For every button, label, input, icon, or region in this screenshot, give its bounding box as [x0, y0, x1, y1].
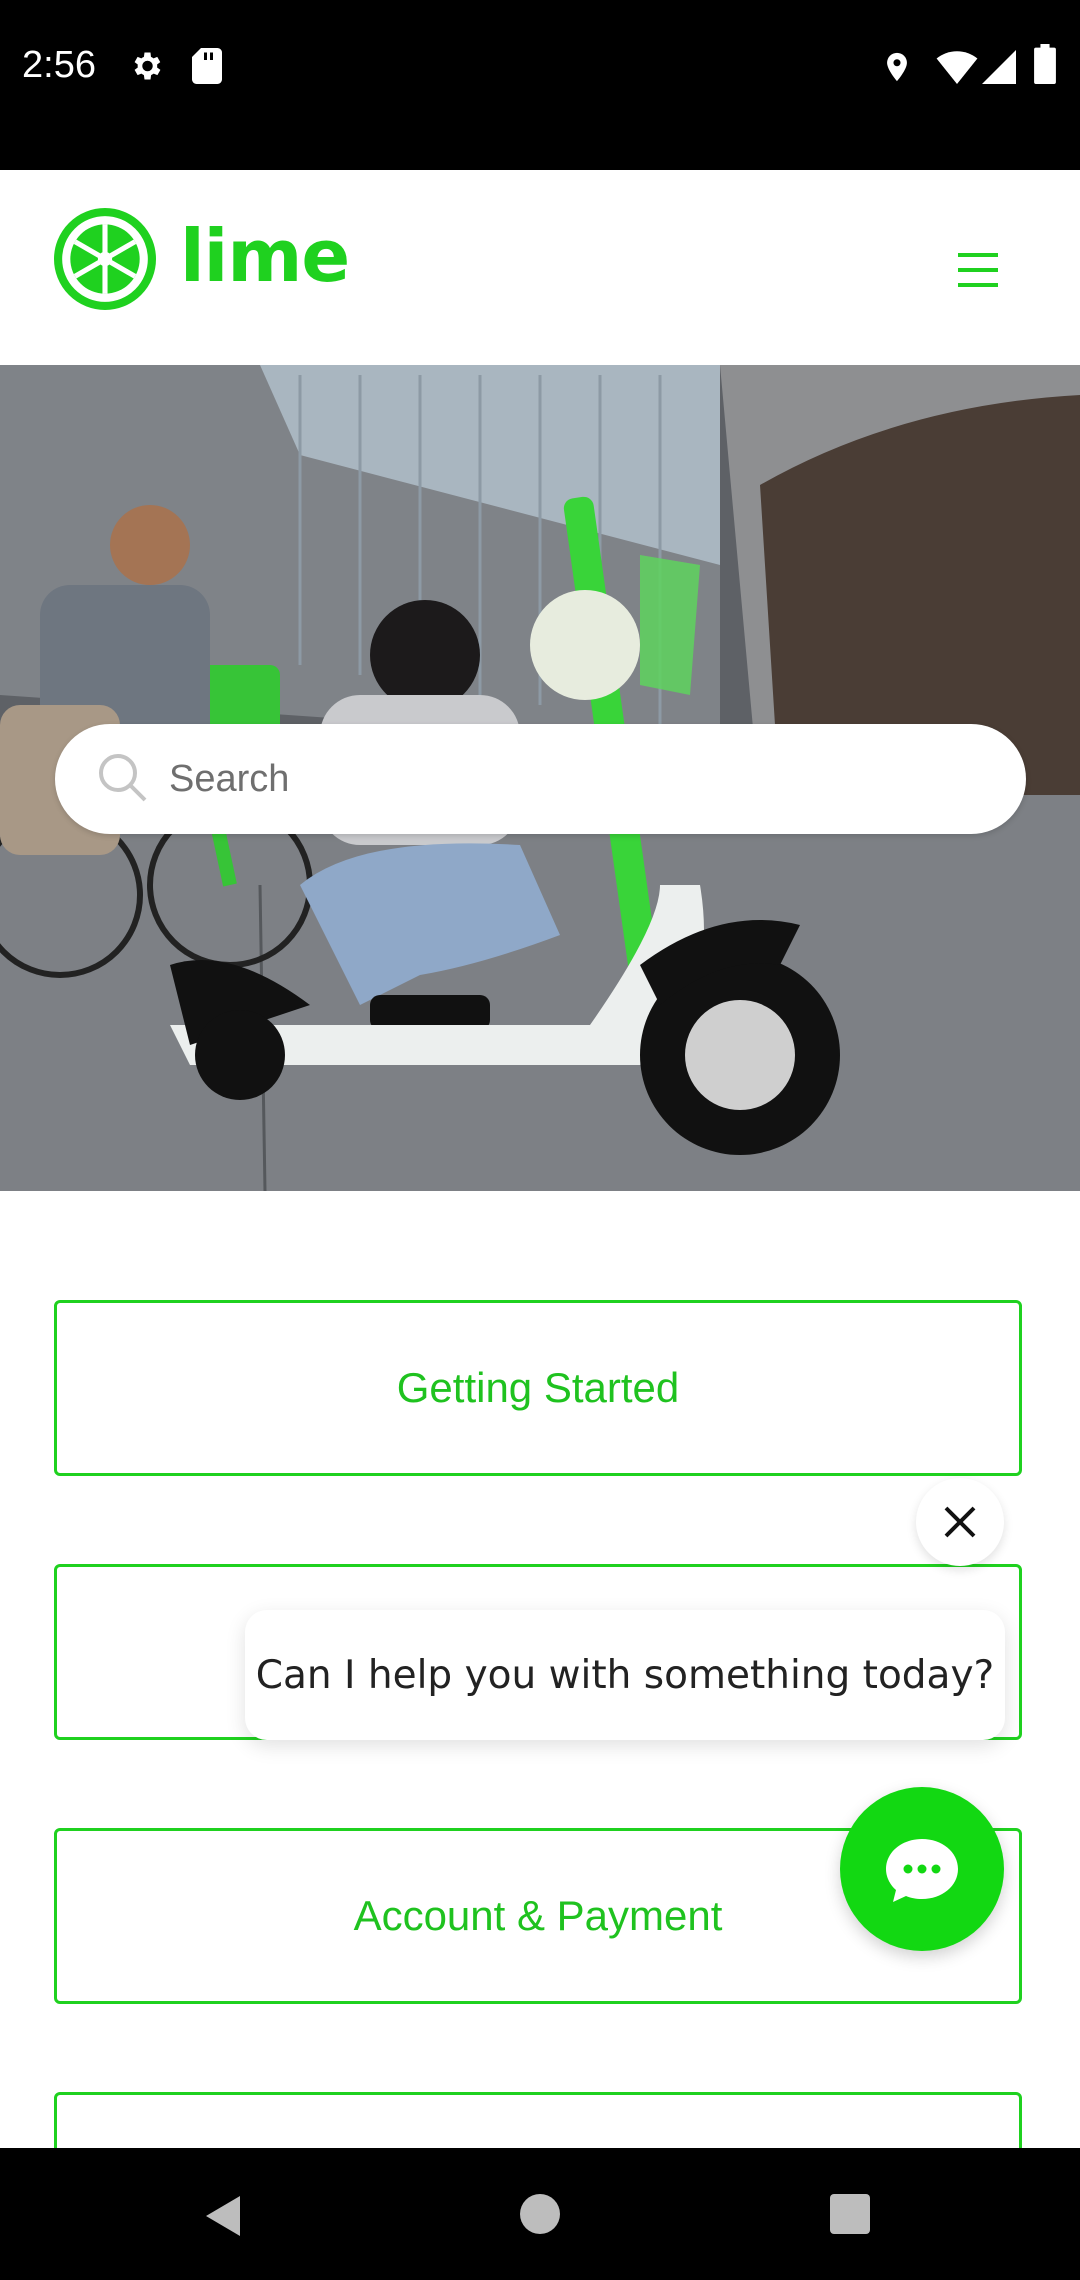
- lime-wheel-icon: [54, 208, 156, 310]
- search-icon: [99, 754, 147, 802]
- category-getting-started[interactable]: Getting Started: [54, 1300, 1022, 1476]
- sd-card-icon: [192, 48, 222, 84]
- recents-icon[interactable]: [828, 2192, 872, 2236]
- status-bar: 2:56: [0, 0, 1080, 170]
- chat-button[interactable]: [840, 1787, 1004, 1951]
- gear-icon: [134, 52, 161, 80]
- wifi-icon: [936, 51, 978, 84]
- system-nav-bar: [0, 2148, 1080, 2280]
- site-header: lime: [0, 170, 1080, 365]
- chat-bubble-icon: [886, 1839, 958, 1902]
- location-icon: [887, 52, 907, 82]
- back-icon[interactable]: [200, 2192, 248, 2240]
- hero-image: [0, 365, 1080, 1191]
- signal-icon: [982, 50, 1016, 84]
- chat-prompt[interactable]: Can I help you with something today?: [245, 1610, 1005, 1740]
- chat-close-button[interactable]: [916, 1478, 1004, 1566]
- hamburger-icon: [958, 253, 998, 287]
- close-icon: [944, 1506, 976, 1538]
- status-time: 2:56: [22, 44, 96, 86]
- lime-logo[interactable]: [54, 208, 156, 310]
- battery-icon: [1034, 44, 1056, 84]
- search-input[interactable]: [167, 748, 971, 810]
- brand-wordmark: lime: [180, 214, 350, 298]
- home-icon[interactable]: [518, 2192, 562, 2236]
- menu-button[interactable]: [940, 240, 1010, 300]
- search-bar[interactable]: [55, 724, 1026, 834]
